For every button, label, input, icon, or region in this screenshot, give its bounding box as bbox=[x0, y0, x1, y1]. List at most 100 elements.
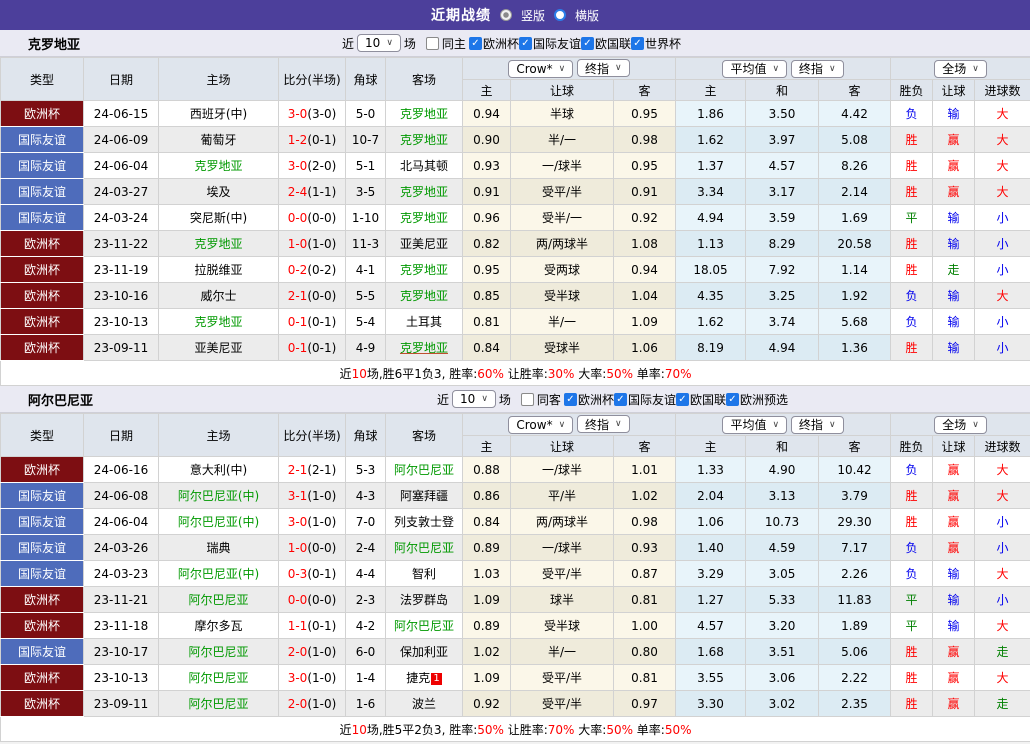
away-team[interactable]: 克罗地亚 bbox=[385, 100, 463, 127]
league-filter-checkbox[interactable]: ✓ bbox=[613, 392, 627, 406]
avg-select[interactable]: 平均值 ∨ bbox=[722, 415, 788, 434]
handicap-line: 球半 bbox=[510, 586, 614, 613]
away-team[interactable]: 亚美尼亚 bbox=[385, 230, 463, 257]
away-team[interactable]: 阿尔巴尼亚 bbox=[385, 456, 463, 483]
home-team[interactable]: 亚美尼亚 bbox=[158, 334, 279, 361]
result-handicap: 输 bbox=[932, 334, 976, 361]
away-team[interactable]: 列支敦士登 bbox=[385, 508, 463, 535]
avg-away-odds: 29.30 bbox=[817, 508, 892, 535]
corner-count: 10-7 bbox=[345, 126, 386, 153]
away-team[interactable]: 阿塞拜疆 bbox=[385, 482, 463, 509]
league-type-badge: 欧洲杯 bbox=[0, 282, 84, 309]
score-cell: 1-2(0-1) bbox=[278, 126, 346, 153]
recent-count-select[interactable]: 10 ∨ bbox=[357, 34, 401, 52]
league-filter-checkbox[interactable]: ✓ bbox=[580, 36, 594, 50]
avg-final-select[interactable]: 终指 ∨ bbox=[790, 415, 844, 434]
result-handicap: 赢 bbox=[932, 456, 976, 483]
away-team[interactable]: 保加利亚 bbox=[385, 638, 463, 665]
away-team[interactable]: 克罗地亚 bbox=[385, 334, 463, 361]
home-team[interactable]: 瑞典 bbox=[158, 534, 279, 561]
score-cell: 0-2(0-2) bbox=[278, 256, 346, 283]
corner-count: 5-0 bbox=[345, 100, 386, 127]
away-team[interactable]: 智利 bbox=[385, 560, 463, 587]
away-team[interactable]: 捷克 1 bbox=[385, 664, 463, 691]
away-team[interactable]: 阿尔巴尼亚 bbox=[385, 534, 463, 561]
away-team[interactable]: 北马其顿 bbox=[385, 152, 463, 179]
away-team[interactable]: 克罗地亚 bbox=[385, 126, 463, 153]
league-filter-checkbox[interactable]: ✓ bbox=[675, 392, 689, 406]
away-team[interactable]: 法罗群岛 bbox=[385, 586, 463, 613]
chevron-down-icon: ∨ bbox=[828, 419, 836, 430]
home-team[interactable]: 阿尔巴尼亚(中) bbox=[158, 482, 279, 509]
away-odds: 0.81 bbox=[613, 664, 676, 691]
avg-away-odds: 1.36 bbox=[817, 334, 892, 361]
league-filter-checkbox[interactable]: ✓ bbox=[518, 36, 532, 50]
home-odds: 0.81 bbox=[462, 308, 511, 335]
league-filter-checkbox[interactable]: ✓ bbox=[468, 36, 482, 50]
home-team[interactable]: 阿尔巴尼亚 bbox=[158, 586, 279, 613]
match-row: 欧洲杯 23-11-18 摩尔多瓦 1-1(0-1) 4-2 阿尔巴尼亚 0.8… bbox=[0, 612, 1030, 639]
home-team[interactable]: 阿尔巴尼亚 bbox=[158, 690, 279, 717]
col-header-away: 客场 bbox=[385, 413, 463, 457]
away-team[interactable]: 波兰 bbox=[385, 690, 463, 717]
home-team[interactable]: 克罗地亚 bbox=[158, 308, 279, 335]
horizontal-layout-radio[interactable] bbox=[554, 9, 566, 21]
avg-select[interactable]: 平均值 ∨ bbox=[722, 59, 788, 78]
avg-home-odds: 1.06 bbox=[675, 508, 746, 535]
home-team[interactable]: 意大利(中) bbox=[158, 456, 279, 483]
home-team[interactable]: 阿尔巴尼亚 bbox=[158, 664, 279, 691]
recent-prefix-label: 近 bbox=[342, 36, 355, 51]
avg-draw-odds: 4.59 bbox=[745, 534, 819, 561]
odds-final-select[interactable]: 终指 ∨ bbox=[577, 415, 630, 434]
home-team[interactable]: 阿尔巴尼亚 bbox=[158, 638, 279, 665]
home-team[interactable]: 克罗地亚 bbox=[158, 230, 279, 257]
result-goals: 大 bbox=[974, 560, 1030, 587]
home-team[interactable]: 摩尔多瓦 bbox=[158, 612, 279, 639]
vertical-layout-radio[interactable] bbox=[499, 9, 512, 21]
result-winloss: 负 bbox=[890, 534, 934, 561]
avg-final-select[interactable]: 终指 ∨ bbox=[790, 59, 844, 78]
match-row: 欧洲杯 23-11-19 拉脱维亚 0-2(0-2) 4-1 克罗地亚 0.95… bbox=[0, 256, 1030, 283]
home-team[interactable]: 阿尔巴尼亚(中) bbox=[158, 508, 279, 535]
away-team[interactable]: 克罗地亚 bbox=[385, 204, 463, 231]
corner-count: 5-1 bbox=[345, 152, 386, 179]
league-filter-checkbox[interactable]: ✓ bbox=[563, 392, 577, 406]
handicap-line: 半/一 bbox=[510, 126, 614, 153]
same-venue-checkbox[interactable] bbox=[425, 36, 439, 50]
odds-source-select[interactable]: Crow* ∨ bbox=[508, 59, 574, 78]
match-date: 23-11-22 bbox=[83, 230, 159, 257]
league-type-badge: 国际友谊 bbox=[0, 482, 84, 509]
home-odds: 0.92 bbox=[462, 690, 511, 717]
scope-select[interactable]: 全场 ∨ bbox=[934, 415, 987, 434]
home-team[interactable]: 突尼斯(中) bbox=[158, 204, 279, 231]
section-bar-croatia: 克罗地亚 近 10 ∨ 场 同主 ✓ 欧洲杯 ✓ 国际友谊 ✓ 欧国联 ✓ 世界杯 bbox=[0, 30, 1030, 57]
odds-source-select[interactable]: Crow* ∨ bbox=[508, 415, 574, 434]
home-team[interactable]: 拉脱维亚 bbox=[158, 256, 279, 283]
home-team[interactable]: 威尔士 bbox=[158, 282, 279, 309]
away-team[interactable]: 土耳其 bbox=[385, 308, 463, 335]
league-filter-checkbox[interactable]: ✓ bbox=[630, 36, 644, 50]
corner-count: 1-10 bbox=[345, 204, 386, 231]
away-team[interactable]: 阿尔巴尼亚 bbox=[385, 612, 463, 639]
home-team[interactable]: 阿尔巴尼亚(中) bbox=[158, 560, 279, 587]
away-team[interactable]: 克罗地亚 bbox=[385, 178, 463, 205]
home-team[interactable]: 葡萄牙 bbox=[158, 126, 279, 153]
result-handicap: 赢 bbox=[932, 178, 976, 205]
home-team[interactable]: 克罗地亚 bbox=[158, 152, 279, 179]
away-odds: 1.00 bbox=[613, 612, 676, 639]
home-team[interactable]: 西班牙(中) bbox=[158, 100, 279, 127]
odds-final-select[interactable]: 终指 ∨ bbox=[577, 59, 630, 78]
result-goals: 大 bbox=[974, 178, 1030, 205]
scope-select[interactable]: 全场 ∨ bbox=[934, 59, 987, 78]
same-venue-checkbox[interactable] bbox=[520, 392, 534, 406]
away-team[interactable]: 克罗地亚 bbox=[385, 256, 463, 283]
avg-home-odds: 1.27 bbox=[675, 586, 746, 613]
away-odds: 0.97 bbox=[613, 690, 676, 717]
league-filter-checkbox[interactable]: ✓ bbox=[725, 392, 739, 406]
result-winloss: 胜 bbox=[890, 334, 934, 361]
home-team[interactable]: 埃及 bbox=[158, 178, 279, 205]
subheader-odds-away: 客 bbox=[613, 79, 676, 101]
away-team[interactable]: 克罗地亚 bbox=[385, 282, 463, 309]
recent-count-select[interactable]: 10 ∨ bbox=[452, 390, 496, 408]
avg-draw-odds: 4.90 bbox=[745, 456, 819, 483]
